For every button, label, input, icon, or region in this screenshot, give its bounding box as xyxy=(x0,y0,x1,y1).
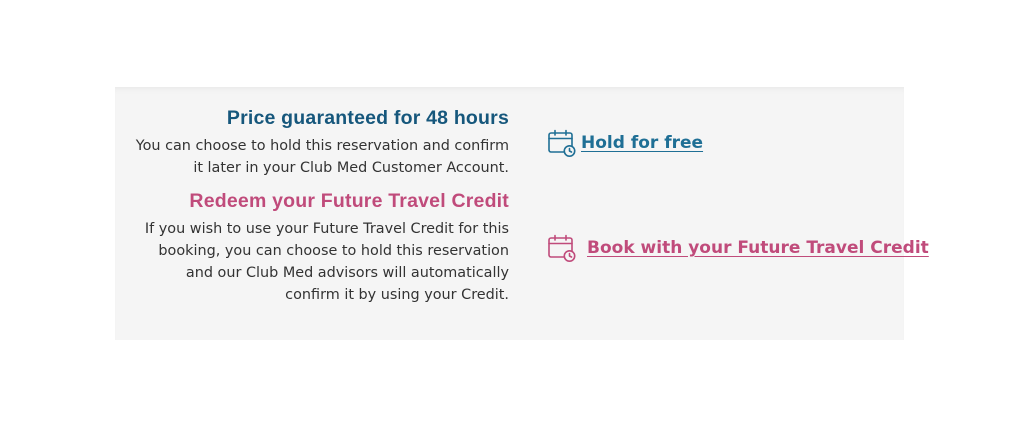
calendar-clock-icon xyxy=(547,233,577,263)
price-guarantee-title: Price guaranteed for 48 hours xyxy=(226,107,509,129)
book-with-credit-button[interactable]: Book with your Future Travel Credit xyxy=(547,233,929,263)
hold-for-free-label: Hold for free xyxy=(581,133,704,153)
hold-for-free-button[interactable]: Hold for free xyxy=(547,128,703,158)
price-guarantee-description: You can choose to hold this reservation … xyxy=(135,138,509,176)
calendar-clock-icon xyxy=(547,128,577,158)
hold-options-panel: Price guaranteed for 48 hours You can ch… xyxy=(115,87,929,340)
travel-credit-description: If you wish to use your Future Travel Cr… xyxy=(144,221,509,303)
book-with-credit-label: Book with your Future Travel Credit xyxy=(587,238,929,258)
travel-credit-title: Redeem your Future Travel Credit xyxy=(189,190,509,212)
